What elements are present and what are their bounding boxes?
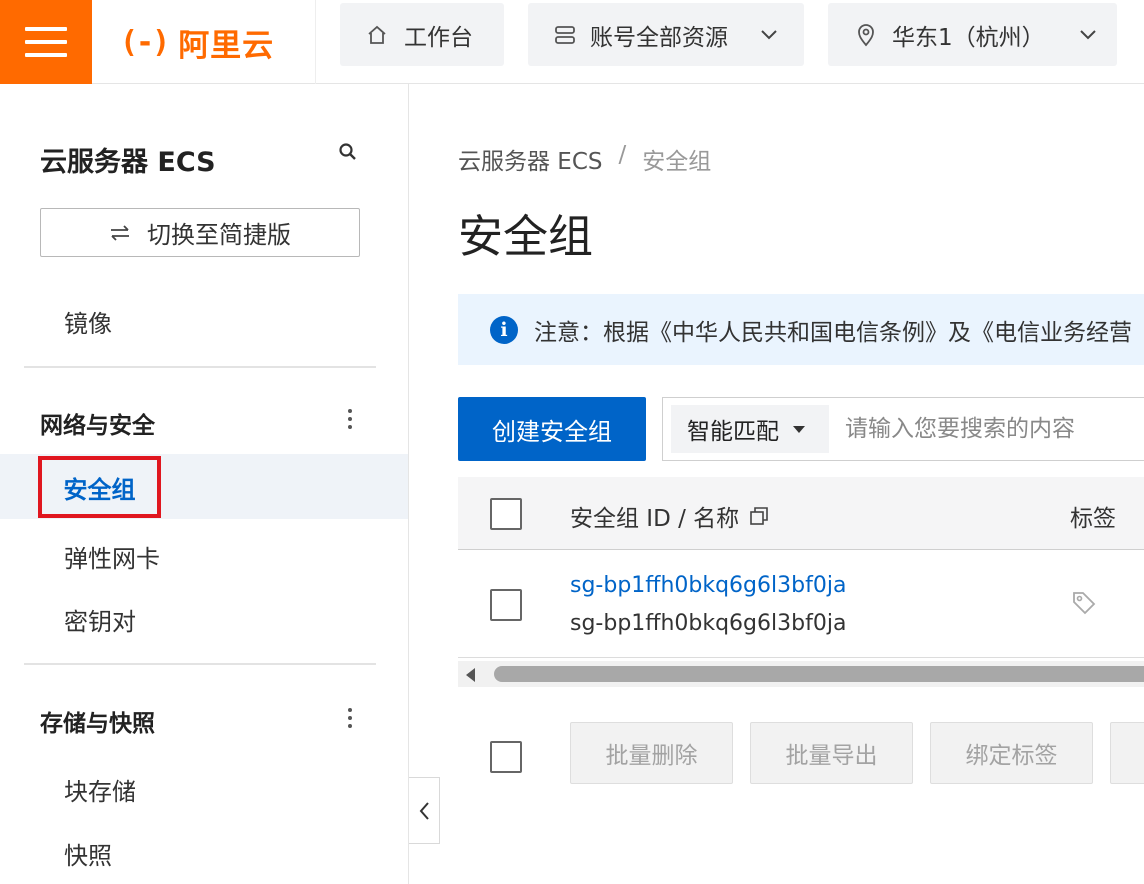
switch-to-simple-button[interactable]: 切换至简捷版: [40, 208, 360, 257]
sidebar-divider: [24, 663, 376, 665]
server-icon: [555, 25, 575, 44]
breadcrumb-root[interactable]: 云服务器 ECS: [458, 142, 603, 176]
main-content: 云服务器 ECS / 安全组 安全组 i 注意：根据《中华人民共和国电信条例》及…: [410, 84, 1144, 884]
notice-banner: i 注意：根据《中华人民共和国电信条例》及《电信业务经营: [458, 294, 1144, 365]
sidebar-title: 云服务器 ECS: [40, 147, 216, 178]
more-batch-button[interactable]: [1110, 722, 1144, 784]
home-icon: [368, 25, 386, 44]
table-header: 安全组 ID / 名称 标签: [458, 477, 1144, 550]
security-group-id-link[interactable]: sg-bp1ffh0bkq6g6l3bf0ja: [570, 573, 846, 598]
security-group-name: sg-bp1ffh0bkq6g6l3bf0ja: [570, 611, 847, 636]
sidebar-group-network: 网络与安全: [40, 413, 155, 439]
breadcrumb-separator: /: [618, 142, 627, 168]
workbench-button[interactable]: 工作台: [340, 3, 504, 66]
batch-select-checkbox[interactable]: [490, 741, 522, 773]
row-checkbox[interactable]: [490, 589, 522, 621]
create-security-group-button[interactable]: 创建安全组: [458, 397, 646, 461]
info-icon: i: [490, 315, 518, 344]
select-all-checkbox[interactable]: [490, 498, 522, 530]
sidebar-group-storage: 存储与快照: [40, 711, 155, 737]
caret-down-icon: [793, 425, 805, 433]
account-resources-label: 账号全部资源: [590, 24, 728, 51]
sidebar-divider: [24, 366, 376, 368]
hamburger-menu-icon[interactable]: [0, 0, 92, 84]
search-input[interactable]: [845, 416, 1144, 442]
top-bar: (-) 阿里云 工作台 账号全部资源 华东1（杭州）: [0, 0, 1144, 84]
column-header-id: 安全组 ID / 名称: [570, 499, 769, 533]
workbench-label: 工作台: [404, 24, 473, 51]
bind-tag-button[interactable]: 绑定标签: [930, 722, 1093, 784]
search-mode-label: 智能匹配: [687, 419, 779, 445]
chevron-down-icon: [1079, 29, 1096, 39]
page-title: 安全组: [458, 210, 594, 263]
column-id-label: 安全组 ID / 名称: [570, 506, 740, 532]
sidebar-item-eni[interactable]: 弹性网卡: [64, 539, 160, 574]
copy-icon[interactable]: [749, 506, 769, 526]
logo-text: 阿里云: [178, 27, 275, 64]
chevron-down-icon: [761, 29, 777, 39]
search-bar: 智能匹配: [662, 397, 1144, 461]
table-row: sg-bp1ffh0bkq6g6l3bf0ja sg-bp1ffh0bkq6g6…: [458, 551, 1144, 658]
batch-delete-button[interactable]: 批量删除: [570, 722, 733, 784]
logo-mark: (-): [120, 24, 170, 60]
more-vertical-icon[interactable]: [348, 409, 352, 429]
more-vertical-icon[interactable]: [348, 708, 352, 728]
notice-text: 注意：根据《中华人民共和国电信条例》及《电信业务经营: [534, 319, 1132, 346]
swap-arrows-icon: [111, 224, 129, 241]
sidebar-item-image[interactable]: 镜像: [64, 304, 112, 339]
column-header-tag: 标签: [1070, 506, 1116, 532]
sidebar: 云服务器 ECS 切换至简捷版 镜像 网络与安全 安全组 弹性网卡 密钥对 存储…: [0, 84, 409, 884]
search-icon[interactable]: [338, 142, 358, 162]
account-resources-dropdown[interactable]: 账号全部资源: [528, 3, 804, 66]
sidebar-item-keypair[interactable]: 密钥对: [64, 602, 136, 637]
scrollbar-thumb[interactable]: [494, 666, 1144, 682]
region-dropdown[interactable]: 华东1（杭州）: [828, 3, 1117, 66]
scroll-left-icon[interactable]: [466, 668, 475, 682]
breadcrumb: 云服务器 ECS / 安全组: [458, 142, 711, 176]
sidebar-item-snapshot[interactable]: 快照: [64, 836, 112, 871]
aliyun-logo[interactable]: (-) 阿里云: [92, 0, 316, 84]
sidebar-item-block-storage[interactable]: 块存储: [64, 772, 136, 807]
breadcrumb-current: 安全组: [642, 149, 712, 175]
search-mode-select[interactable]: 智能匹配: [671, 405, 829, 453]
region-label: 华东1（杭州）: [892, 24, 1045, 51]
location-pin-icon: [858, 23, 874, 46]
tag-icon[interactable]: [1070, 589, 1098, 617]
switch-label: 切换至简捷版: [147, 221, 291, 249]
horizontal-scrollbar[interactable]: [458, 661, 1144, 687]
sidebar-item-security-group[interactable]: 安全组: [38, 456, 161, 518]
batch-export-button[interactable]: 批量导出: [750, 722, 913, 784]
